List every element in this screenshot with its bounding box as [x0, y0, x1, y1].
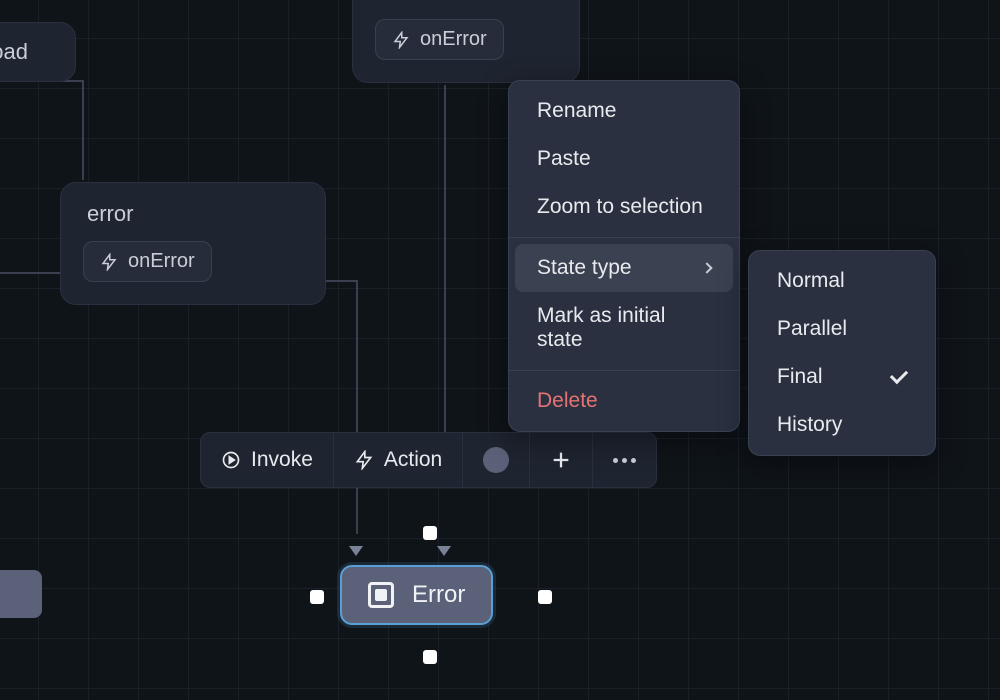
menu-separator — [509, 237, 739, 238]
state-node-error-selected[interactable]: Error — [340, 565, 493, 625]
check-icon — [890, 366, 908, 384]
submenu-item-normal[interactable]: Normal — [755, 257, 929, 305]
state-node-init-error[interactable]: init-error onError — [352, 0, 580, 83]
event-pill-onerror[interactable]: onError — [375, 19, 504, 60]
state-title: Error — [412, 581, 465, 609]
menu-label: Delete — [537, 389, 598, 413]
action-button[interactable]: Action — [334, 433, 463, 487]
play-icon — [221, 450, 241, 470]
chevron-right-icon — [701, 262, 712, 273]
state-title: init-error — [379, 0, 557, 5]
menu-label: Final — [777, 365, 823, 389]
edge — [82, 80, 84, 180]
menu-item-mark-initial[interactable]: Mark as initial state — [515, 292, 733, 364]
menu-label: Zoom to selection — [537, 195, 703, 219]
edge — [444, 85, 446, 485]
edge — [0, 272, 60, 274]
node-toolbar: Invoke Action — [200, 432, 657, 488]
menu-label: State type — [537, 256, 632, 280]
bolt-icon — [100, 253, 118, 271]
context-menu: Rename Paste Zoom to selection State typ… — [508, 80, 740, 432]
toolbar-label: Invoke — [251, 448, 313, 472]
menu-item-delete[interactable]: Delete — [515, 377, 733, 425]
state-type-submenu: Normal Parallel Final History — [748, 250, 936, 456]
menu-separator — [509, 370, 739, 371]
submenu-item-history[interactable]: History — [755, 401, 929, 449]
selection-handle[interactable] — [310, 590, 324, 604]
menu-item-paste[interactable]: Paste — [515, 135, 733, 183]
more-button[interactable] — [593, 433, 656, 487]
toolbar-label: Action — [384, 448, 442, 472]
event-pill-onerror[interactable]: onError — [83, 241, 212, 282]
state-title: Load — [0, 39, 57, 65]
more-icon — [613, 458, 636, 463]
arrow-icon — [437, 546, 451, 556]
bolt-icon — [354, 450, 374, 470]
edge — [326, 280, 356, 282]
menu-label: History — [777, 413, 842, 437]
menu-label: Paste — [537, 147, 591, 171]
menu-label: Rename — [537, 99, 616, 123]
menu-item-zoom[interactable]: Zoom to selection — [515, 183, 733, 231]
selection-handle[interactable] — [423, 526, 437, 540]
plus-icon — [550, 449, 572, 471]
add-button[interactable] — [530, 433, 593, 487]
color-swatch-icon — [483, 447, 509, 473]
final-state-icon — [368, 582, 394, 608]
menu-label: Parallel — [777, 317, 847, 341]
state-node-load[interactable]: Load — [0, 22, 76, 82]
state-node-error[interactable]: error onError — [60, 182, 326, 305]
menu-item-rename[interactable]: Rename — [515, 87, 733, 135]
submenu-item-final[interactable]: Final — [755, 353, 929, 401]
submenu-item-parallel[interactable]: Parallel — [755, 305, 929, 353]
arrow-icon — [349, 546, 363, 556]
bolt-icon — [392, 31, 410, 49]
event-label: onError — [420, 28, 487, 51]
state-title: error — [87, 201, 303, 227]
menu-item-state-type[interactable]: State type — [515, 244, 733, 292]
partial-node — [0, 570, 42, 618]
event-label: onError — [128, 250, 195, 273]
selection-handle[interactable] — [538, 590, 552, 604]
menu-label: Mark as initial state — [537, 304, 711, 352]
menu-label: Normal — [777, 269, 845, 293]
selection-handle[interactable] — [423, 650, 437, 664]
invoke-button[interactable]: Invoke — [201, 433, 334, 487]
color-button[interactable] — [463, 433, 530, 487]
edge — [356, 280, 358, 534]
